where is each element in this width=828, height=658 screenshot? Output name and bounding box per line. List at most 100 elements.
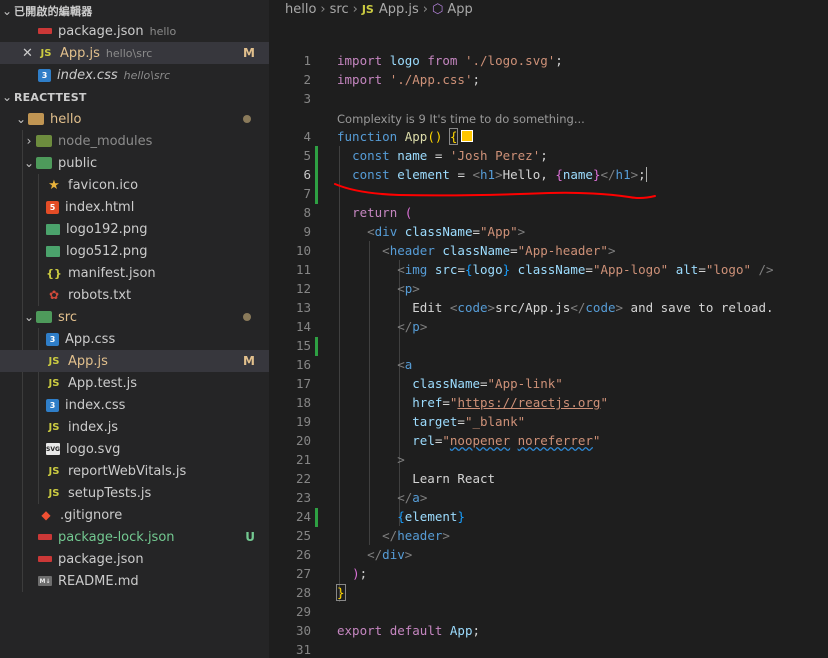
line-number: 4 <box>303 129 311 144</box>
tree-file-logo512[interactable]: logo512.png <box>0 240 269 262</box>
line-number: 5 <box>303 148 311 163</box>
tree-folder-public[interactable]: ⌄ public <box>0 152 269 174</box>
close-icon[interactable]: ✕ <box>22 46 33 61</box>
line-number: 1 <box>303 53 311 68</box>
tree-file-logo-svg[interactable]: SVG logo.svg <box>0 438 269 460</box>
chevron-right-icon: › <box>26 134 32 148</box>
modified-dot <box>243 115 251 123</box>
code-line: {element} <box>397 509 465 524</box>
breadcrumb-item[interactable]: App.js <box>379 2 419 17</box>
tree-file-app-css[interactable]: 3 App.css <box>0 328 269 350</box>
chevron-right-icon: › <box>352 1 358 17</box>
open-editor-label: App.js <box>60 45 100 61</box>
line-number: 16 <box>295 357 311 372</box>
tree-file-index-css[interactable]: 3 index.css <box>0 394 269 416</box>
line-number: 12 <box>295 281 311 296</box>
tree-label: App.css <box>65 331 116 347</box>
line-number: 31 <box>295 642 311 657</box>
tree-folder-hello[interactable]: ⌄ hello <box>0 108 269 130</box>
modified-dot <box>243 313 251 321</box>
code-line: import './App.css'; <box>337 72 481 87</box>
chevron-down-icon: ⌄ <box>23 156 35 170</box>
json-icon: {} <box>46 266 62 280</box>
code-line: const name = 'Josh Perez'; <box>352 148 548 163</box>
open-editor-item-index-css[interactable]: 3 index.css hello\src <box>0 64 269 86</box>
red-underline-annotation <box>334 183 656 200</box>
tree-folder-src[interactable]: ⌄ src <box>0 306 269 328</box>
tree-file-report-web-vitals[interactable]: JS reportWebVitals.js <box>0 460 269 482</box>
tree-file-gitignore[interactable]: ◆ .gitignore <box>0 504 269 526</box>
code-line: > <box>397 452 405 467</box>
tree-file-setup-tests[interactable]: JS setupTests.js <box>0 482 269 504</box>
tree-label: package.json <box>58 551 144 567</box>
breadcrumb-item[interactable]: hello <box>285 2 316 17</box>
git-added-marker <box>315 337 318 356</box>
tree-label: logo.svg <box>66 441 121 457</box>
tree-file-readme[interactable]: M↓ README.md <box>0 570 269 592</box>
tree-file-manifest[interactable]: {} manifest.json <box>0 262 269 284</box>
line-number: 28 <box>295 585 311 600</box>
code-line: href="https://reactjs.org" <box>412 395 608 410</box>
tree-file-logo192[interactable]: logo192.png <box>0 218 269 240</box>
breadcrumb-item[interactable]: src <box>330 2 349 17</box>
javascript-icon: JS <box>48 355 60 367</box>
tree-label: setupTests.js <box>68 485 152 501</box>
tree-label: robots.txt <box>68 287 132 303</box>
project-header[interactable]: ⌄ REACTTEST <box>0 86 269 108</box>
src-folder-icon <box>36 311 52 323</box>
tree-file-index-html[interactable]: 5 index.html <box>0 196 269 218</box>
line-number: 7 <box>303 186 311 201</box>
color-swatch-icon <box>461 130 474 142</box>
line-number: 11 <box>295 262 311 277</box>
tree-label: README.md <box>58 573 139 589</box>
tree-label: favicon.ico <box>68 177 139 193</box>
line-number: 17 <box>295 376 311 391</box>
code-line: </header> <box>382 528 450 543</box>
open-editors-header[interactable]: ⌄ 已開啟的編輯器 <box>0 0 269 22</box>
robot-icon: ✿ <box>48 288 60 302</box>
breadcrumb-item[interactable]: App <box>447 2 472 17</box>
javascript-icon: JS <box>48 421 60 433</box>
line-number: 29 <box>295 604 311 619</box>
line-number: 15 <box>295 338 311 353</box>
open-editor-item-package-json[interactable]: package.json hello <box>0 20 269 42</box>
tree-file-favicon[interactable]: ★ favicon.ico <box>0 174 269 196</box>
tree-label: index.js <box>68 419 119 435</box>
tree-file-app-js[interactable]: JS App.js M <box>0 350 269 372</box>
code-line: export default App; <box>337 623 481 638</box>
line-number: 8 <box>303 205 311 220</box>
code-line: </p> <box>397 319 428 334</box>
code-line: } <box>336 584 346 601</box>
code-line: Edit <code>src/App.js</code> and save to… <box>337 300 774 315</box>
javascript-icon: JS <box>48 487 60 499</box>
open-editor-label: package.json <box>58 23 144 39</box>
code-line: <a <box>397 357 413 372</box>
html-icon: 5 <box>46 200 59 214</box>
image-icon <box>46 245 60 257</box>
tree-label: reportWebVitals.js <box>68 463 187 479</box>
line-number: 10 <box>295 243 311 258</box>
markdown-icon: M↓ <box>38 576 52 586</box>
codelens-complexity[interactable]: Complexity is 9 It's time to do somethin… <box>337 112 585 126</box>
open-editors-title: 已開啟的編輯器 <box>14 5 93 18</box>
tree-file-robots[interactable]: ✿ robots.txt <box>0 284 269 306</box>
tree-file-app-test[interactable]: JS App.test.js <box>0 372 269 394</box>
code-line: function App() { <box>337 128 474 145</box>
line-number: 9 <box>303 224 311 239</box>
tree-file-package-lock[interactable]: package-lock.json U <box>0 526 269 548</box>
line-number: 6 <box>303 167 311 182</box>
tree-label: public <box>58 155 98 171</box>
code-editor[interactable]: hello › src › JS App.js › ⬡ App 1 2 3 4 … <box>269 0 828 658</box>
code-line: target="_blank" <box>412 414 526 429</box>
line-number: 30 <box>295 623 311 638</box>
line-number: 25 <box>295 528 311 543</box>
git-added-marker <box>315 508 318 527</box>
chevron-right-icon: › <box>320 1 326 17</box>
open-editor-item-app-js[interactable]: ✕ JS App.js hello\src M <box>0 42 269 64</box>
chevron-down-icon: ⌄ <box>1 4 13 18</box>
code-line: className="App-link" <box>412 376 563 391</box>
tree-folder-node-modules[interactable]: › node_modules <box>0 130 269 152</box>
line-number: 23 <box>295 490 311 505</box>
tree-file-package-json[interactable]: package.json <box>0 548 269 570</box>
tree-file-index-js[interactable]: JS index.js <box>0 416 269 438</box>
